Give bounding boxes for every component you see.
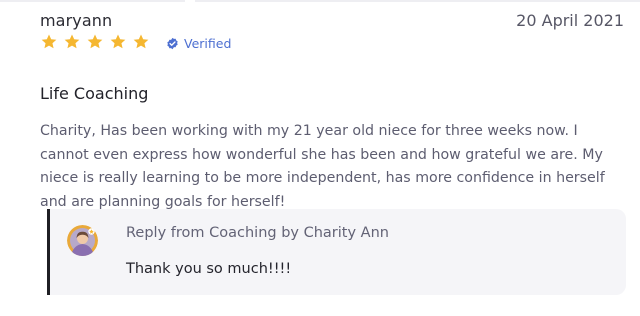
verified-badge: Verified: [166, 36, 231, 51]
reply-header: Reply from Coaching by Charity Ann: [126, 225, 389, 241]
star-icon: [87, 34, 103, 49]
star-rating: [40, 33, 150, 51]
top-divider-right: [195, 0, 640, 2]
review-date: 20 April 2021: [516, 11, 624, 30]
review-text: Charity, Has been working with my 21 yea…: [40, 123, 605, 210]
top-divider-left: [0, 0, 185, 2]
service-title: Life Coaching: [40, 84, 149, 103]
star-icon: [41, 34, 57, 49]
reviewer-name: maryann: [40, 11, 113, 30]
star-icon: [110, 34, 126, 49]
verified-check-icon: [167, 37, 178, 50]
seller-reply: Reply from Coaching by Charity Ann Thank…: [47, 209, 626, 295]
avatar: [67, 225, 98, 256]
reply-text: Thank you so much!!!!: [126, 261, 292, 277]
star-icon: [133, 34, 149, 49]
verified-label: Verified: [184, 36, 232, 51]
star-icon: [64, 34, 80, 49]
